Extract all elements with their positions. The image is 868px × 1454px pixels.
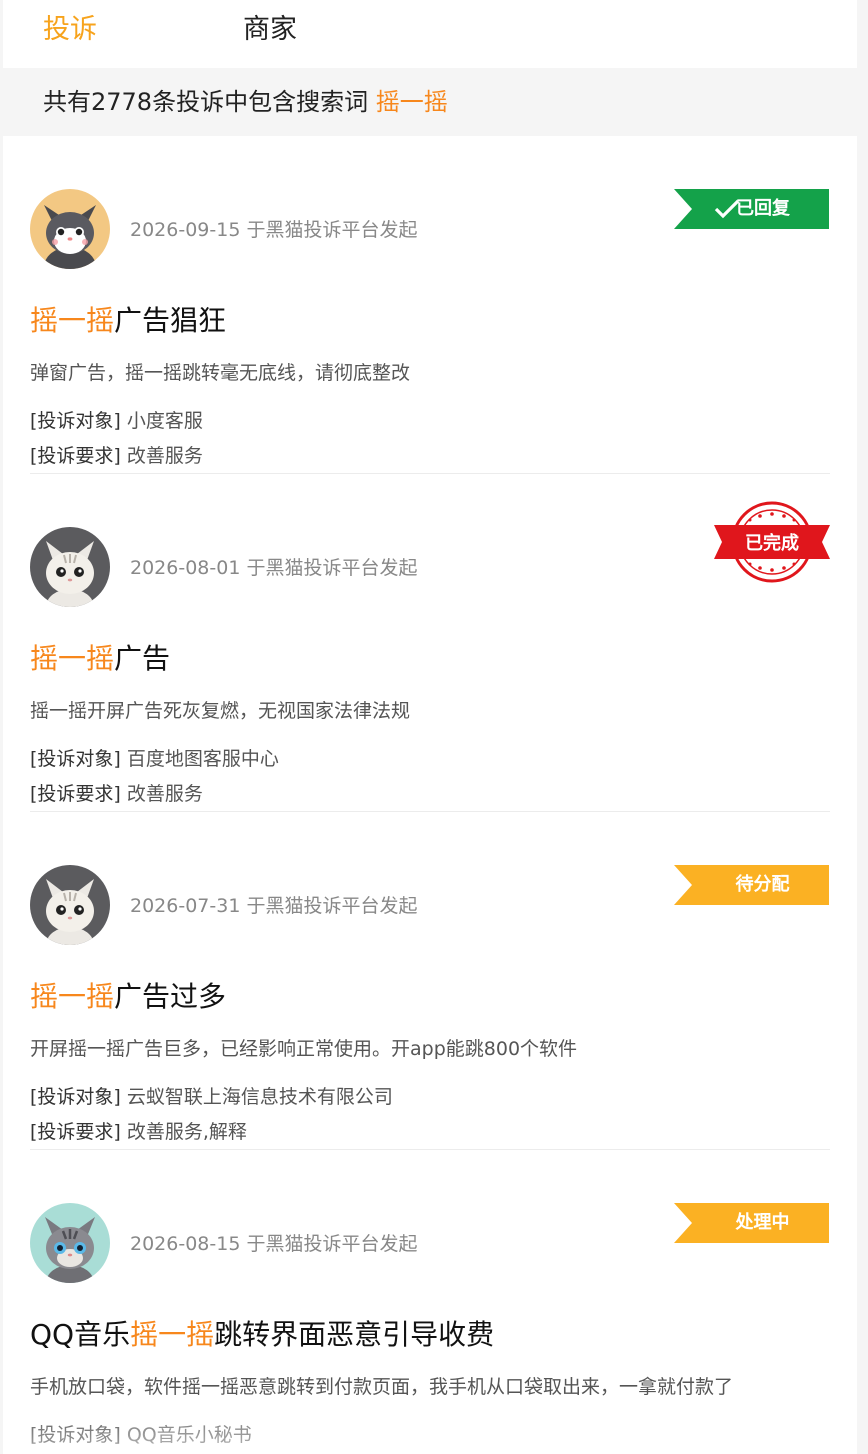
title-text-prefix: QQ音乐 bbox=[30, 1318, 131, 1351]
status-badge: 待分配 bbox=[674, 865, 829, 905]
complaint-card[interactable]: 2026-09-15 于黑猫投诉平台发起 已回复 摇一摇广告猖狂 弹窗广告，摇一… bbox=[3, 136, 857, 474]
complaint-description: 开屏摇一摇广告巨多，已经影响正常使用。开app能跳800个软件 bbox=[30, 1038, 578, 1060]
gray-cat-avatar-icon bbox=[30, 189, 110, 269]
summary-prefix: 共有2778条投诉中包含搜索词 bbox=[43, 88, 376, 116]
demand-value: 改善服务 bbox=[126, 445, 203, 467]
complaint-card[interactable]: 2026-08-15 于黑猫投诉平台发起 处理中 QQ音乐摇一摇跳转界面恶意引导… bbox=[3, 1150, 857, 1454]
complaint-description: 弹窗广告，摇一摇跳转毫无底线，请彻底整改 bbox=[30, 362, 411, 384]
target-value: QQ音乐小秘书 bbox=[126, 1424, 252, 1446]
complaint-meta: 2026-07-31 于黑猫投诉平台发起 bbox=[130, 895, 418, 917]
complaint-target: [投诉对象] 百度地图客服中心 bbox=[30, 744, 279, 774]
target-label: [投诉对象] bbox=[30, 748, 121, 770]
target-label: [投诉对象] bbox=[30, 1086, 121, 1108]
complaint-target: [投诉对象] QQ音乐小秘书 bbox=[30, 1420, 252, 1450]
target-value: 百度地图客服中心 bbox=[126, 748, 279, 770]
complaint-card[interactable]: 2026-08-01 于黑猫投诉平台发起 已完成 摇一摇广告 摇一摇开屏广告死灰… bbox=[3, 474, 857, 812]
search-summary-bar: 共有2778条投诉中包含搜索词 摇一摇 bbox=[3, 68, 857, 136]
title-keyword: 摇一摇 bbox=[30, 304, 115, 337]
complaint-target: [投诉对象] 小度客服 bbox=[30, 406, 203, 436]
top-tab-bar: 投诉 商家 bbox=[3, 0, 857, 68]
status-label: 已完成 bbox=[745, 532, 799, 554]
status-badge: 处理中 bbox=[674, 1203, 829, 1243]
complaint-target: [投诉对象] 云蚁智联上海信息技术有限公司 bbox=[30, 1082, 393, 1112]
complaint-title[interactable]: QQ音乐摇一摇跳转界面恶意引导收费 bbox=[30, 1315, 494, 1355]
avatar bbox=[30, 1203, 110, 1283]
demand-label: [投诉要求] bbox=[30, 783, 121, 805]
target-value: 小度客服 bbox=[126, 410, 203, 432]
target-label: [投诉对象] bbox=[30, 410, 121, 432]
complaint-card[interactable]: 2026-07-31 于黑猫投诉平台发起 待分配 摇一摇广告过多 开屏摇一摇广告… bbox=[3, 812, 857, 1150]
avatar bbox=[30, 189, 110, 269]
tabby-cat-avatar-icon bbox=[30, 1203, 110, 1283]
tab-complaint[interactable]: 投诉 bbox=[43, 12, 97, 48]
search-summary: 共有2778条投诉中包含搜索词 摇一摇 bbox=[43, 84, 448, 120]
title-keyword: 摇一摇 bbox=[30, 642, 115, 675]
title-keyword: 摇一摇 bbox=[130, 1318, 215, 1351]
complaint-demand: [投诉要求] 改善服务 bbox=[30, 441, 203, 471]
demand-value: 改善服务,解释 bbox=[126, 1121, 247, 1143]
complaint-meta: 2026-09-15 于黑猫投诉平台发起 bbox=[130, 219, 418, 241]
status-label: 处理中 bbox=[735, 1212, 790, 1233]
complaint-meta: 2026-08-01 于黑猫投诉平台发起 bbox=[130, 557, 418, 579]
complaint-title[interactable]: 摇一摇广告猖狂 bbox=[30, 301, 226, 341]
complaint-demand: [投诉要求] 改善服务,解释 bbox=[30, 1117, 247, 1147]
complaint-title[interactable]: 摇一摇广告 bbox=[30, 639, 170, 679]
title-keyword: 摇一摇 bbox=[30, 980, 115, 1013]
complaint-description: 手机放口袋，软件摇一摇恶意跳转到付款页面，我手机从口袋取出来，一拿就付款了 bbox=[30, 1376, 734, 1398]
complaint-list: 2026-09-15 于黑猫投诉平台发起 已回复 摇一摇广告猖狂 弹窗广告，摇一… bbox=[3, 136, 857, 1454]
demand-label: [投诉要求] bbox=[30, 1121, 121, 1143]
title-text: 广告 bbox=[114, 642, 171, 675]
title-text: 跳转界面恶意引导收费 bbox=[214, 1318, 495, 1351]
summary-keyword: 摇一摇 bbox=[375, 88, 448, 116]
status-label: 已回复 bbox=[736, 198, 790, 219]
complaint-description: 摇一摇开屏广告死灰复燃，无视国家法律法规 bbox=[30, 700, 411, 722]
avatar bbox=[30, 527, 110, 607]
status-badge: 已回复 bbox=[674, 189, 829, 229]
completed-seal-stamp: 已完成 bbox=[714, 501, 830, 583]
complaint-meta: 2026-08-15 于黑猫投诉平台发起 bbox=[130, 1233, 418, 1255]
target-value: 云蚁智联上海信息技术有限公司 bbox=[126, 1086, 393, 1108]
complaint-demand: [投诉要求] 改善服务 bbox=[30, 779, 203, 809]
title-text: 广告过多 bbox=[114, 980, 227, 1013]
white-cat-avatar-icon bbox=[30, 527, 110, 607]
status-label: 待分配 bbox=[735, 874, 790, 895]
title-text: 广告猖狂 bbox=[114, 304, 227, 337]
white-cat-avatar-icon bbox=[30, 865, 110, 945]
demand-label: [投诉要求] bbox=[30, 445, 121, 467]
target-label: [投诉对象] bbox=[30, 1424, 121, 1446]
complaint-title[interactable]: 摇一摇广告过多 bbox=[30, 977, 226, 1017]
tab-merchant[interactable]: 商家 bbox=[243, 12, 297, 48]
avatar bbox=[30, 865, 110, 945]
demand-value: 改善服务 bbox=[126, 783, 203, 805]
